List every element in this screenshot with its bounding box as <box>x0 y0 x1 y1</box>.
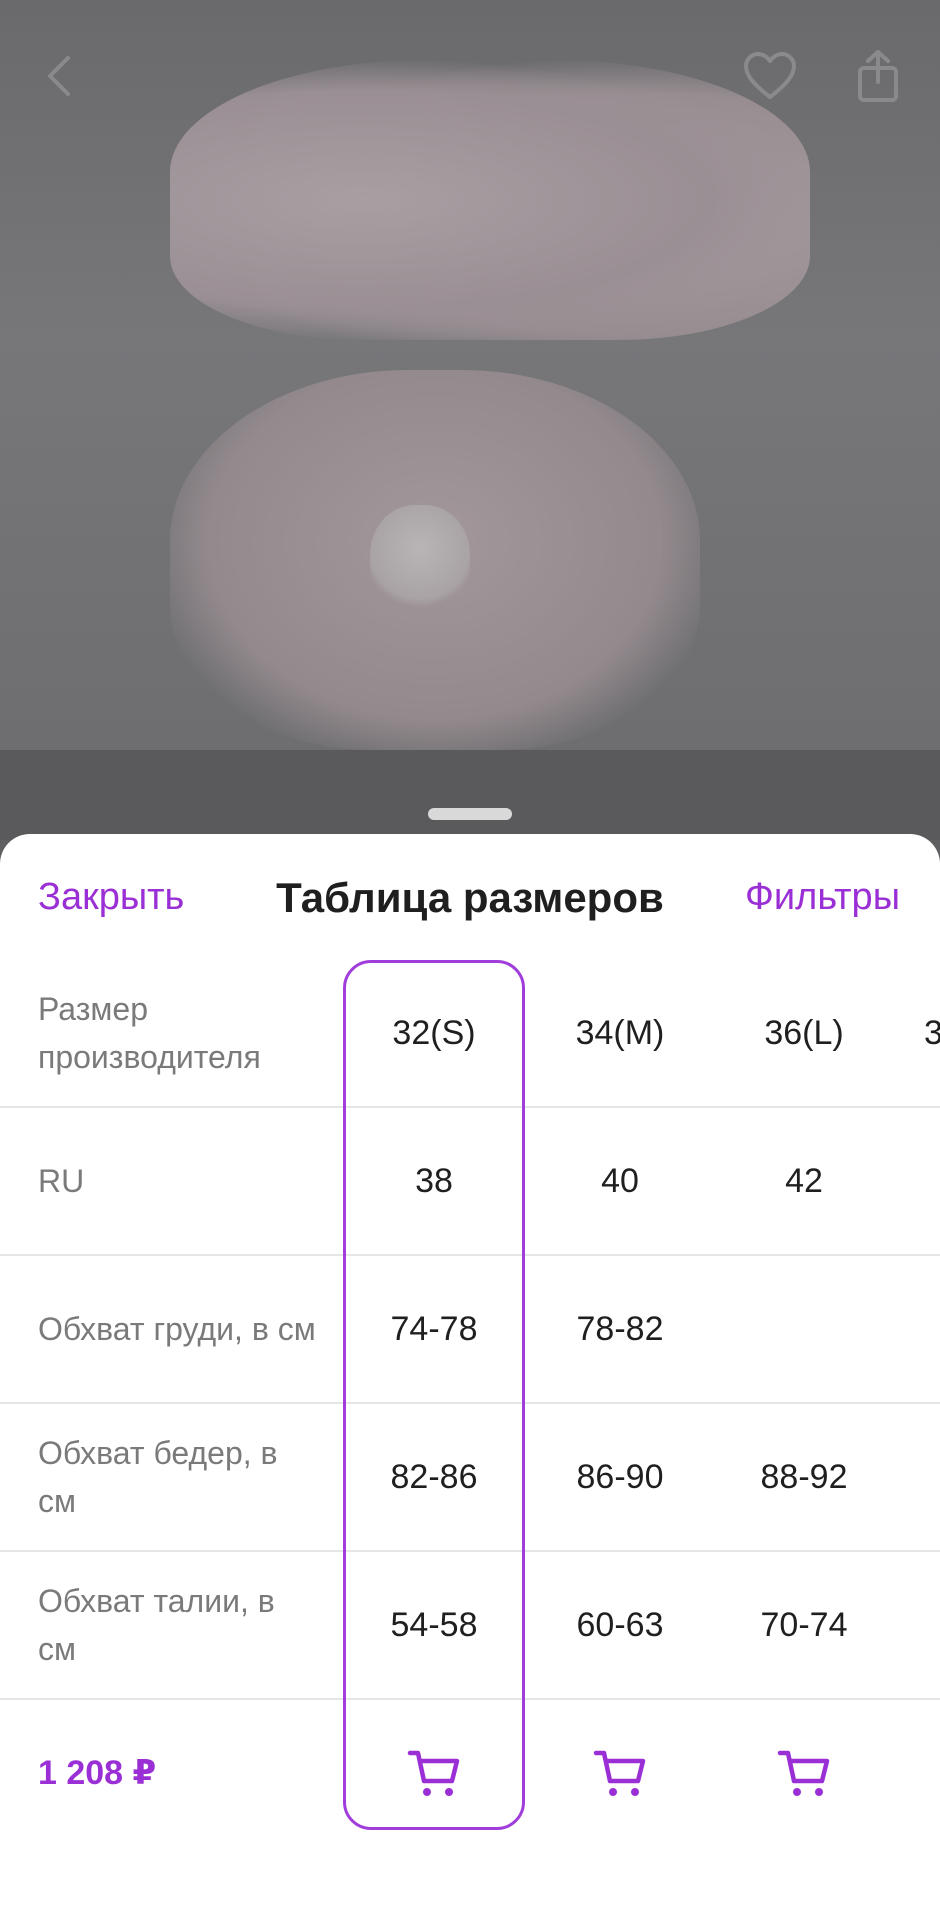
table-cell: 74-78 <box>390 1309 478 1348</box>
table-cell: 38 <box>415 1161 453 1200</box>
share-button[interactable] <box>846 44 910 108</box>
filters-button[interactable]: Фильтры <box>745 876 900 919</box>
table-cell: 82-86 <box>390 1457 478 1496</box>
cart-icon <box>407 1750 460 1796</box>
table-cell: 54-58 <box>390 1605 478 1644</box>
row-label: Обхват бедер, в см <box>38 1435 278 1519</box>
table-cell: 78-82 <box>576 1309 664 1348</box>
cart-icon <box>593 1750 646 1796</box>
photo-bra <box>170 60 810 340</box>
back-button[interactable] <box>28 44 92 108</box>
table-cell[interactable]: 34(M) <box>530 960 710 1106</box>
sheet-header: Закрыть Таблица размеров Фильтры <box>0 834 940 964</box>
share-icon <box>858 50 898 102</box>
table-cell: 60-63 <box>576 1605 664 1644</box>
row-label: Размер производителя <box>38 991 261 1075</box>
table-cell: 40 <box>601 1161 639 1200</box>
table-row-hips: Обхват бедер, в см 82-86 86-90 88-92 <box>0 1404 940 1552</box>
chevron-left-icon <box>48 56 70 96</box>
add-to-cart-button-m[interactable] <box>530 1700 710 1846</box>
photo-bottom-strip <box>0 750 940 840</box>
photo-character-print <box>370 505 470 615</box>
table-cell[interactable]: 36(L) <box>714 960 894 1106</box>
favorite-button[interactable] <box>738 44 802 108</box>
table-cell[interactable]: 32(S) <box>344 960 524 1106</box>
price-label: 1 208 ₽ <box>38 1754 157 1792</box>
size-table-sheet: Закрыть Таблица размеров Фильтры Размер … <box>0 834 940 1920</box>
table-cell: 42 <box>785 1161 823 1200</box>
add-to-cart-button-l[interactable] <box>714 1700 894 1846</box>
row-label: Обхват талии, в см <box>38 1583 275 1667</box>
table-cell: 86-90 <box>576 1457 664 1496</box>
table-row-ru: RU 38 40 42 <box>0 1108 940 1256</box>
heart-icon <box>744 52 796 99</box>
add-to-cart-button-s[interactable] <box>344 1700 524 1846</box>
table-cell: 70-74 <box>760 1605 848 1644</box>
table-row-chest: Обхват груди, в см 74-78 78-82 <box>0 1256 940 1404</box>
sheet-drag-handle[interactable] <box>428 808 512 820</box>
table-cell <box>714 1256 894 1402</box>
cart-icon <box>777 1750 830 1796</box>
table-row-add-to-cart: 1 208 ₽ <box>0 1700 940 1846</box>
product-photo <box>0 0 940 750</box>
row-label: RU <box>38 1163 85 1199</box>
row-label: Обхват груди, в см <box>38 1311 316 1347</box>
table-row-waist: Обхват талии, в см 54-58 60-63 70-74 <box>0 1552 940 1700</box>
table-row-manufacturer-size: Размер производителя 32(S) 34(M) 36(L) 3 <box>0 960 940 1108</box>
table-cell: 88-92 <box>760 1457 848 1496</box>
table-cell[interactable]: 3 <box>924 960 940 1106</box>
